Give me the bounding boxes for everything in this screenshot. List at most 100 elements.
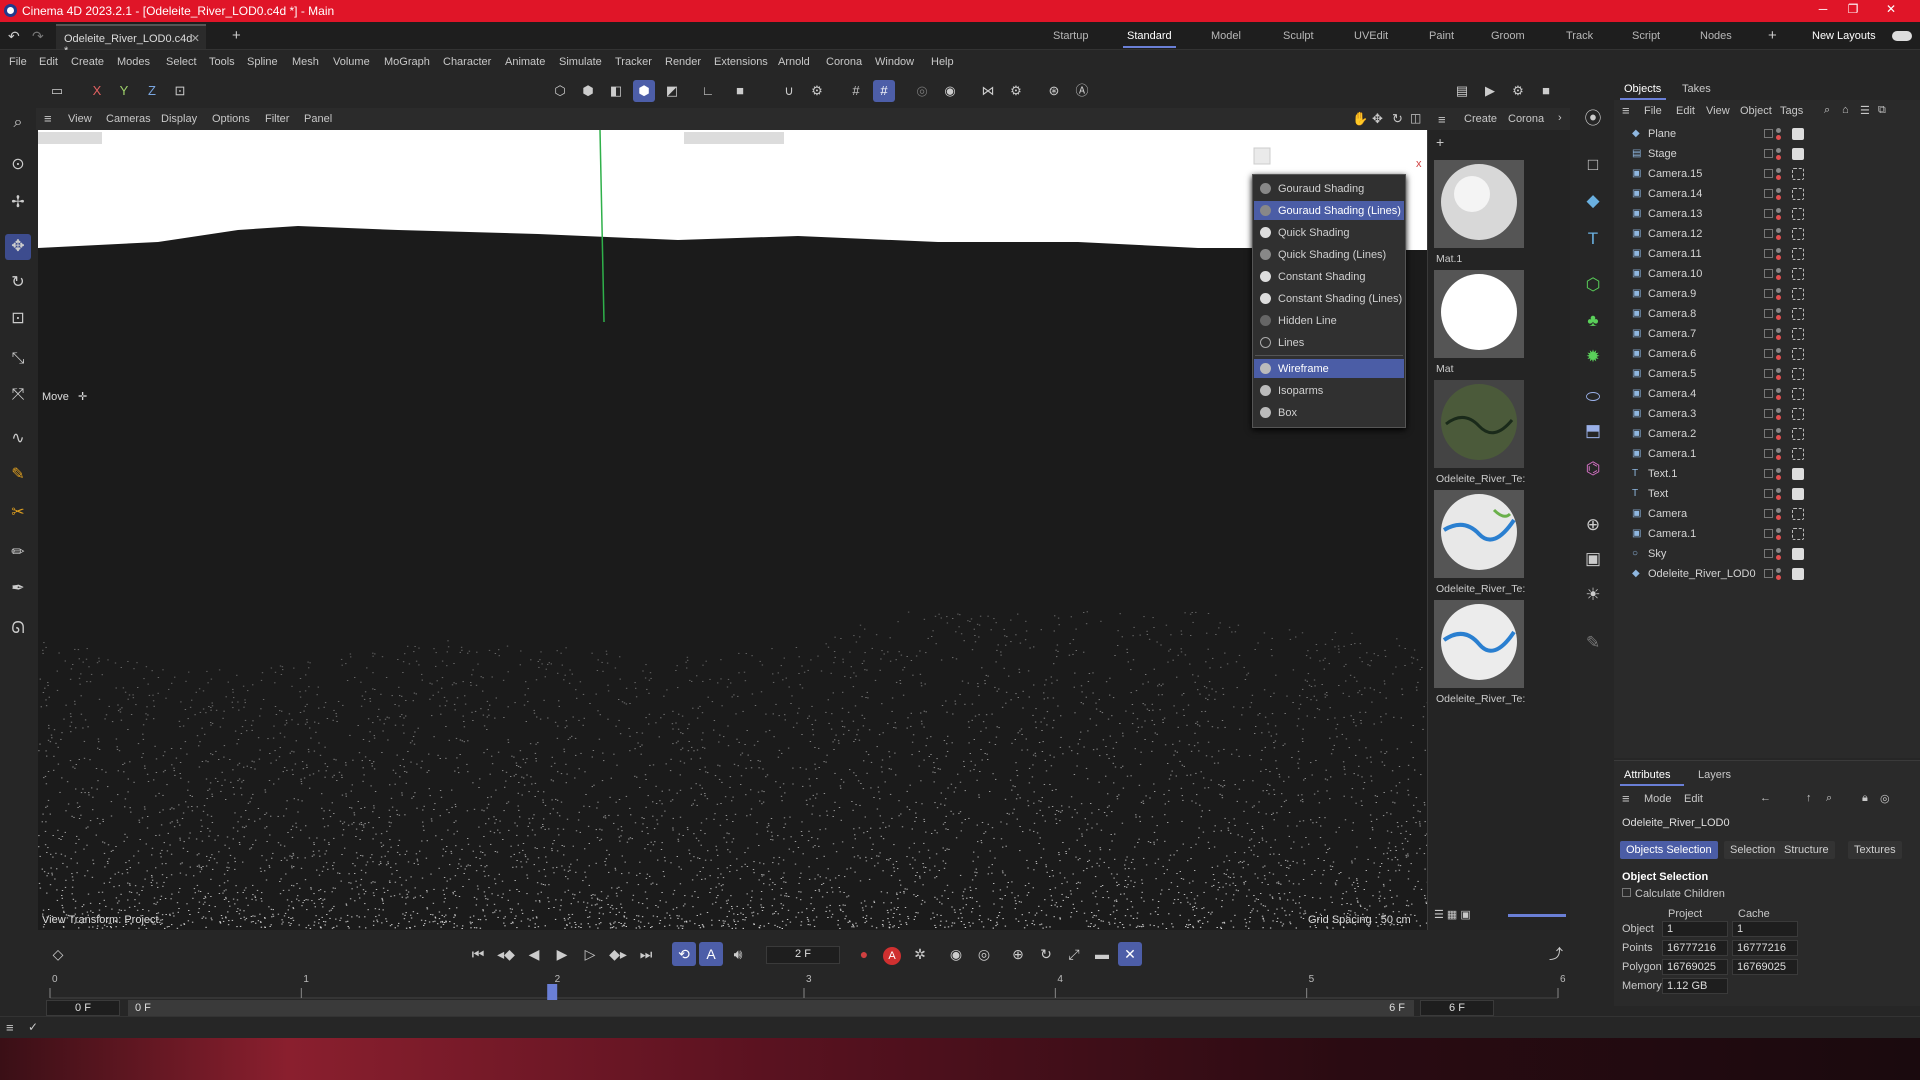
uv-mode-icon[interactable]: ◩ <box>661 80 683 102</box>
rotate-view-icon[interactable]: ↻ <box>1392 111 1403 127</box>
document-tab[interactable]: Odeleite_River_LOD0.c4d *✕ <box>56 24 206 57</box>
wireframe-point <box>934 615 937 617</box>
menu-corona[interactable]: Corona <box>826 56 862 68</box>
axis-y-button[interactable]: Y <box>113 80 135 102</box>
menu-modes[interactable]: Modes <box>117 56 150 68</box>
edit-render-settings-icon[interactable]: ⚙ <box>1507 80 1529 102</box>
menu-window[interactable]: Window <box>875 56 914 68</box>
symmetry-settings-icon[interactable]: ⚙ <box>1005 80 1027 102</box>
menu-create[interactable]: Create <box>71 56 104 68</box>
transform-tool-icon[interactable]: ⤡ <box>5 346 31 372</box>
maximize-view-icon[interactable]: ◫ <box>1410 111 1421 125</box>
workplane-icon[interactable]: # <box>873 80 895 102</box>
layout-tab-standard[interactable]: Standard <box>1123 30 1176 48</box>
object-mode-icon[interactable]: ▭ <box>46 80 68 102</box>
layout-tab-groom[interactable]: Groom <box>1491 30 1525 42</box>
menu-file[interactable]: File <box>9 56 27 68</box>
wireframe-point <box>1336 736 1338 738</box>
menu-mesh[interactable]: Mesh <box>292 56 319 68</box>
layout-tab-uvedit[interactable]: UVEdit <box>1354 30 1388 42</box>
menu-character[interactable]: Character <box>443 56 491 68</box>
move-view-icon[interactable]: ✥ <box>1372 111 1383 127</box>
search-icon[interactable]: ⌕ <box>5 110 31 136</box>
add-layout-icon[interactable]: + <box>1768 27 1777 44</box>
close-tab-icon[interactable]: ✕ <box>191 32 200 45</box>
render-settings-icon[interactable]: ◉ <box>939 80 961 102</box>
menu-spline[interactable]: Spline <box>247 56 278 68</box>
knife-tool-icon[interactable]: ✎ <box>5 462 31 488</box>
layout-tab-sculpt[interactable]: Sculpt <box>1283 30 1314 42</box>
viewport-corner-box[interactable] <box>1253 147 1271 165</box>
viewport-menu-options[interactable]: Options <box>212 113 250 125</box>
pan-view-icon[interactable]: ✋ <box>1352 111 1368 127</box>
menu-volume[interactable]: Volume <box>333 56 370 68</box>
model-mode-icon[interactable]: ⬢ <box>633 80 655 102</box>
menu-select[interactable]: Select <box>166 56 197 68</box>
menu-tools[interactable]: Tools <box>209 56 235 68</box>
spline-pen-icon[interactable]: ∿ <box>5 426 31 452</box>
layout-tab-model[interactable]: Model <box>1211 30 1241 42</box>
undo-icon[interactable]: ↶ <box>8 28 20 45</box>
move-tool-icon[interactable]: ✥ <box>5 234 31 260</box>
points-mode-icon[interactable]: ⬡ <box>549 80 571 102</box>
menu-tracker[interactable]: Tracker <box>615 56 652 68</box>
axis-z-button[interactable]: Z <box>141 80 163 102</box>
lock-workplane-icon[interactable]: ⊛ <box>1043 80 1065 102</box>
restore-button[interactable]: ❐ <box>1838 2 1868 20</box>
snap-tool-icon[interactable]: ⤧ <box>5 382 31 408</box>
wireframe-point <box>202 866 204 867</box>
viewport-menu-panel[interactable]: Panel <box>304 113 332 125</box>
rotate-tool-icon[interactable]: ↻ <box>5 270 31 296</box>
axis-x-button[interactable]: X <box>86 80 108 102</box>
brush-tool-icon[interactable]: ✏ <box>5 540 31 566</box>
viewport-menu-icon[interactable]: ≡ <box>44 111 52 126</box>
redo-icon[interactable]: ↷ <box>32 28 44 45</box>
add-tab-icon[interactable]: + <box>232 27 241 44</box>
viewport[interactable]: Move ✛ View Transform: Project Grid Spac… <box>38 130 1428 930</box>
grid-snap-icon[interactable]: # <box>845 80 867 102</box>
snap-settings-icon[interactable]: ⚙ <box>806 80 828 102</box>
sketch-tool-icon[interactable]: ᘏ <box>5 616 31 642</box>
extrude-tool-icon[interactable]: ✂ <box>5 500 31 526</box>
solo-icon[interactable]: ■ <box>729 80 751 102</box>
menu-edit[interactable]: Edit <box>39 56 58 68</box>
menu-mograph[interactable]: MoGraph <box>384 56 430 68</box>
menu-arnold[interactable]: Arnold <box>778 56 810 68</box>
layout-tab-track[interactable]: Track <box>1566 30 1593 42</box>
axis-mode-icon[interactable]: ∟ <box>697 80 719 102</box>
menu-animate[interactable]: Animate <box>505 56 545 68</box>
live-selection-icon[interactable]: ⊙ <box>5 152 31 178</box>
new-layouts-label[interactable]: New Layouts <box>1812 30 1876 42</box>
render-region-icon[interactable]: ◎ <box>911 80 933 102</box>
symmetry-icon[interactable]: ⋈ <box>977 80 999 102</box>
paint-tool-icon[interactable]: ✒ <box>5 576 31 602</box>
wireframe-point <box>800 899 802 901</box>
selection-tools-icon[interactable]: ✢ <box>5 190 31 216</box>
viewport-menu-display[interactable]: Display <box>161 113 197 125</box>
viewport-menu-view[interactable]: View <box>68 113 92 125</box>
camera-selector-box[interactable] <box>684 132 784 144</box>
scale-tool-icon[interactable]: ⊡ <box>5 306 31 332</box>
minimize-button[interactable]: ─ <box>1808 2 1838 20</box>
menu-render[interactable]: Render <box>665 56 701 68</box>
text-snap-icon[interactable]: Ⓐ <box>1071 80 1093 102</box>
wireframe-point <box>609 906 612 908</box>
viewport-menu-filter[interactable]: Filter <box>265 113 289 125</box>
polygons-mode-icon[interactable]: ◧ <box>605 80 627 102</box>
camera-icon[interactable]: ■ <box>1535 80 1557 102</box>
menu-help[interactable]: Help <box>931 56 954 68</box>
magnet-icon[interactable]: ∪ <box>778 80 800 102</box>
edges-mode-icon[interactable]: ⬢ <box>577 80 599 102</box>
layout-tab-nodes[interactable]: Nodes <box>1700 30 1732 42</box>
new-layouts-toggle[interactable] <box>1892 31 1912 41</box>
render-view-icon[interactable]: ▤ <box>1451 80 1473 102</box>
viewport-menu-cameras[interactable]: Cameras <box>106 113 151 125</box>
layout-tab-paint[interactable]: Paint <box>1429 30 1454 42</box>
close-button[interactable]: ✕ <box>1876 2 1906 20</box>
menu-extensions[interactable]: Extensions <box>714 56 768 68</box>
coordinate-system-icon[interactable]: ⊡ <box>169 80 191 102</box>
layout-tab-startup[interactable]: Startup <box>1053 30 1088 42</box>
layout-tab-script[interactable]: Script <box>1632 30 1660 42</box>
menu-simulate[interactable]: Simulate <box>559 56 602 68</box>
render-picture-viewer-icon[interactable]: ▶ <box>1479 80 1501 102</box>
